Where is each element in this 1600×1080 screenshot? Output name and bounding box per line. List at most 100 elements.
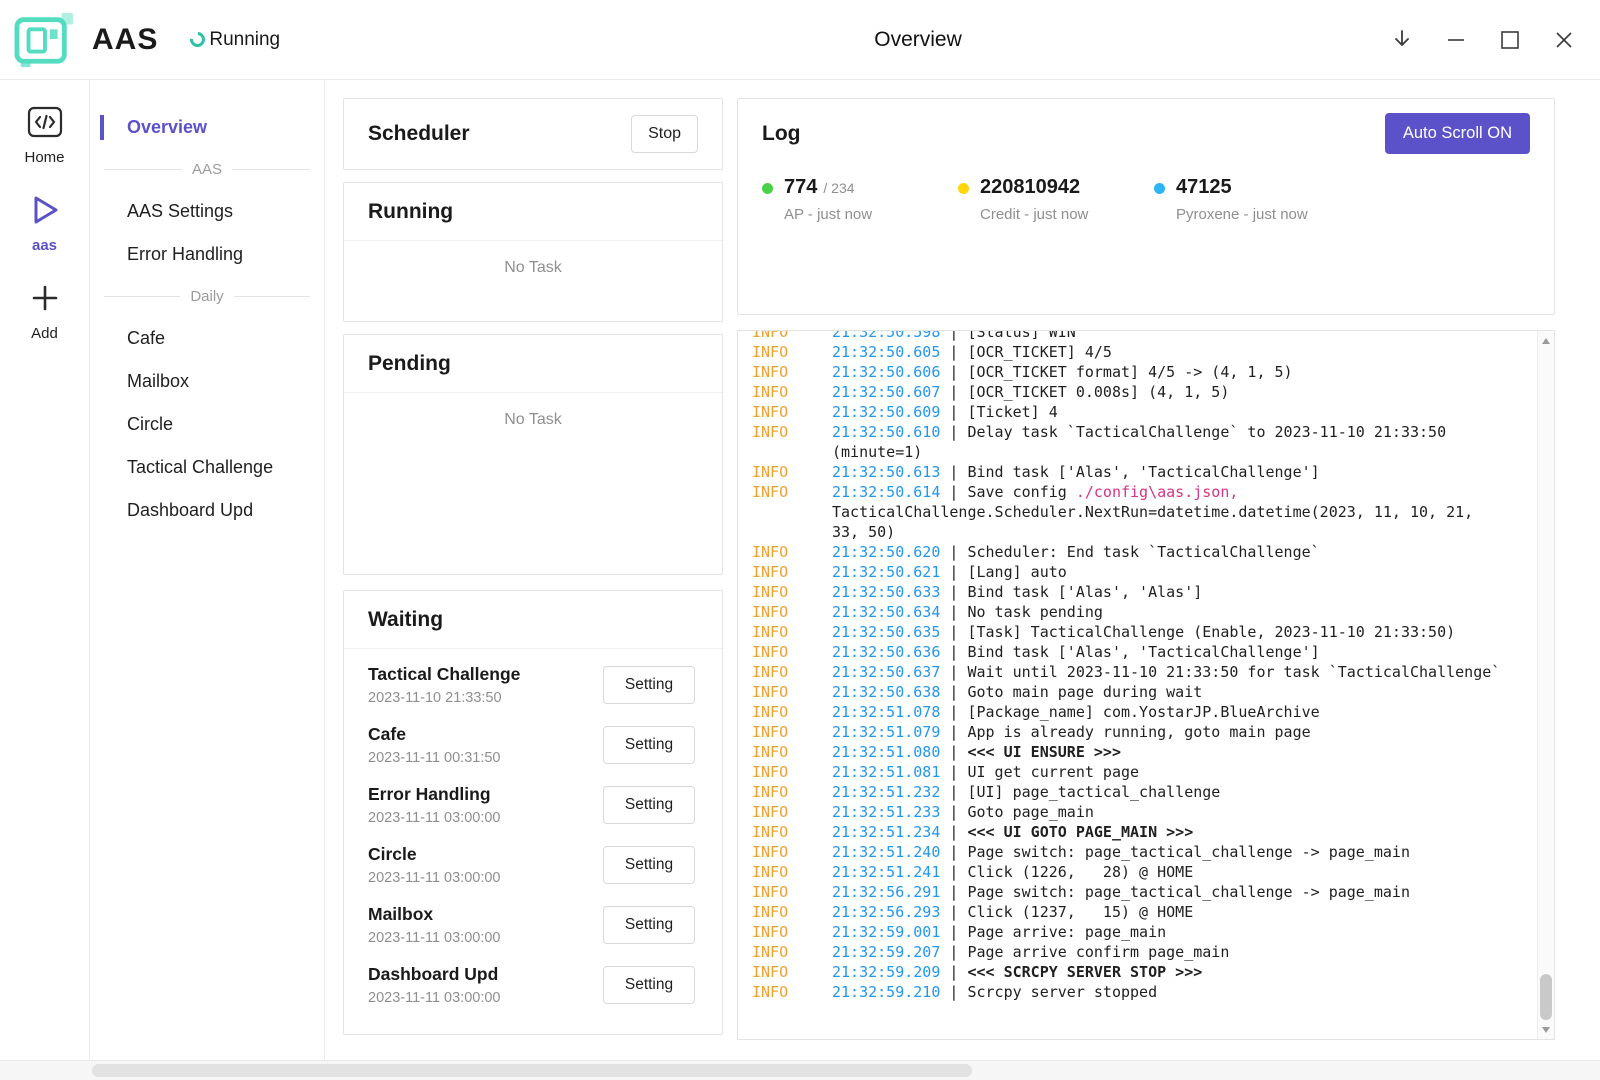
log-level: INFO <box>752 362 832 382</box>
log-level: INFO <box>752 582 832 602</box>
log-timestamp: 21:32:56.293 <box>832 903 940 921</box>
scheduler-column: Scheduler Stop Running No Task Pending N… <box>343 98 723 1060</box>
nav-section-label: AAS <box>192 161 222 178</box>
rail-item-add[interactable]: Add <box>0 272 89 352</box>
log-message: 21:32:50.607 | [OCR_TICKET 0.008s] (4, 1… <box>832 382 1526 402</box>
log-timestamp: 21:32:51.232 <box>832 783 940 801</box>
brand: AAS Running <box>12 9 280 71</box>
nav-item-error-handling[interactable]: Error Handling <box>90 233 324 276</box>
content-area: Scheduler Stop Running No Task Pending N… <box>325 80 1600 1060</box>
code-window-icon <box>27 106 63 143</box>
side-nav: OverviewAASAAS SettingsError HandlingDai… <box>90 80 325 1060</box>
log-line: INFO21:32:50.634 | No task pending <box>752 602 1526 622</box>
log-level: INFO <box>752 482 832 542</box>
log-message: 21:32:50.636 | Bind task ['Alas', 'Tacti… <box>832 642 1526 662</box>
task-next-run-time: 2023-11-11 03:00:00 <box>368 810 501 826</box>
log-level: INFO <box>752 942 832 962</box>
log-line: INFO21:32:56.293 | Click (1237, 15) @ HO… <box>752 902 1526 922</box>
log-line: INFO21:32:50.609 | [Ticket] 4 <box>752 402 1526 422</box>
log-line: INFO21:32:59.210 | Scrcpy server stopped <box>752 982 1526 1002</box>
log-line: INFO21:32:50.605 | [OCR_TICKET] 4/5 <box>752 342 1526 362</box>
log-line: INFO21:32:51.081 | UI get current page <box>752 762 1526 782</box>
log-stat: 47125Pyroxene - just now <box>1154 176 1350 223</box>
rail-item-label: aas <box>32 237 57 254</box>
running-card: Running No Task <box>343 182 723 322</box>
task-setting-button[interactable]: Setting <box>603 666 695 704</box>
stop-button[interactable]: Stop <box>631 115 698 153</box>
log-level: INFO <box>752 842 832 862</box>
log-message: 21:32:50.633 | Bind task ['Alas', 'Alas'… <box>832 582 1526 602</box>
log-level: INFO <box>752 542 832 562</box>
log-message: 21:32:51.240 | Page switch: page_tactica… <box>832 842 1526 862</box>
log-message: 21:32:51.078 | [Package_name] com.Yostar… <box>832 702 1526 722</box>
scroll-up-arrow-icon[interactable] <box>1538 332 1554 349</box>
maximize-button[interactable] <box>1496 26 1524 54</box>
log-level: INFO <box>752 662 832 682</box>
log-line: INFO21:32:59.001 | Page arrive: page_mai… <box>752 922 1526 942</box>
log-message: 21:32:56.293 | Click (1237, 15) @ HOME <box>832 902 1526 922</box>
log-level: INFO <box>752 462 832 482</box>
log-level: INFO <box>752 642 832 662</box>
nav-item-cafe[interactable]: Cafe <box>90 317 324 360</box>
log-timestamp: 21:32:50.606 <box>832 363 940 381</box>
nav-item-overview[interactable]: Overview <box>90 106 324 149</box>
log-line: INFO21:32:59.207 | Page arrive confirm p… <box>752 942 1526 962</box>
task-info: Circle2023-11-11 03:00:00 <box>368 844 501 886</box>
rail-item-label: Home <box>24 149 64 166</box>
task-setting-button[interactable]: Setting <box>603 786 695 824</box>
log-level: INFO <box>752 722 832 742</box>
log-timestamp: 21:32:51.078 <box>832 703 940 721</box>
task-setting-button[interactable]: Setting <box>603 906 695 944</box>
rail-item-aas[interactable]: aas <box>0 184 89 264</box>
auto-scroll-button[interactable]: Auto Scroll ON <box>1385 113 1530 154</box>
task-name: Error Handling <box>368 784 501 805</box>
log-line: INFO21:32:51.080 | <<< UI ENSURE >>> <box>752 742 1526 762</box>
horizontal-scrollbar[interactable] <box>0 1060 1600 1080</box>
waiting-task-row: Mailbox2023-11-11 03:00:00Setting <box>368 895 695 955</box>
stat-label: Credit - just now <box>980 206 1088 223</box>
scrollbar-thumb[interactable] <box>1540 974 1552 1020</box>
log-message: 21:32:51.234 | <<< UI GOTO PAGE_MAIN >>> <box>832 822 1526 842</box>
log-timestamp: 21:32:50.636 <box>832 643 940 661</box>
pending-title: Pending <box>368 352 451 376</box>
nav-item-mailbox[interactable]: Mailbox <box>90 360 324 403</box>
nav-item-dashboard-upd[interactable]: Dashboard Upd <box>90 489 324 532</box>
log-level: INFO <box>752 782 832 802</box>
task-setting-button[interactable]: Setting <box>603 726 695 764</box>
log-message: 21:32:50.613 | Bind task ['Alas', 'Tacti… <box>832 462 1526 482</box>
stat-value: 220810942 <box>980 176 1080 199</box>
spinner-icon <box>187 29 208 50</box>
close-button[interactable] <box>1550 26 1578 54</box>
log-card: Log Auto Scroll ON 774/ 234AP - just now… <box>737 98 1555 315</box>
horizontal-scrollbar-thumb[interactable] <box>92 1064 972 1077</box>
waiting-task-row: Cafe2023-11-11 00:31:50Setting <box>368 715 695 775</box>
run-status-label: Running <box>209 29 280 51</box>
task-setting-button[interactable]: Setting <box>603 846 695 884</box>
minimize-button[interactable] <box>1442 26 1470 54</box>
log-line: INFO21:32:50.621 | [Lang] auto <box>752 562 1526 582</box>
log-level: INFO <box>752 882 832 902</box>
log-scrollbar[interactable] <box>1537 331 1554 1039</box>
log-message: 21:32:50.614 | Save config ./config\aas.… <box>832 482 1526 542</box>
log-timestamp: 21:32:50.638 <box>832 683 940 701</box>
log-line: INFO21:32:50.633 | Bind task ['Alas', 'A… <box>752 582 1526 602</box>
nav-item-tactical-challenge[interactable]: Tactical Challenge <box>90 446 324 489</box>
log-level: INFO <box>752 862 832 882</box>
log-message: 21:32:51.080 | <<< UI ENSURE >>> <box>832 742 1526 762</box>
nav-item-aas-settings[interactable]: AAS Settings <box>90 190 324 233</box>
log-line: INFO21:32:56.291 | Page switch: page_tac… <box>752 882 1526 902</box>
log-stat: 774/ 234AP - just now <box>762 176 958 223</box>
rail-item-home[interactable]: Home <box>0 96 89 176</box>
update-download-button[interactable] <box>1388 26 1416 54</box>
nav-item-circle[interactable]: Circle <box>90 403 324 446</box>
nav-section-divider: AAS <box>90 149 324 190</box>
log-line: INFO21:32:51.234 | <<< UI GOTO PAGE_MAIN… <box>752 822 1526 842</box>
task-info: Error Handling 2023-11-11 03:00:00 <box>368 784 501 826</box>
scroll-down-arrow-icon[interactable] <box>1538 1021 1554 1038</box>
log-timestamp: 21:32:50.609 <box>832 403 940 421</box>
pending-empty-text: No Task <box>344 393 722 429</box>
stat-dot-icon <box>1154 183 1165 194</box>
task-setting-button[interactable]: Setting <box>603 966 695 1004</box>
log-level: INFO <box>752 562 832 582</box>
log-line: INFO21:32:50.620 | Scheduler: End task `… <box>752 542 1526 562</box>
